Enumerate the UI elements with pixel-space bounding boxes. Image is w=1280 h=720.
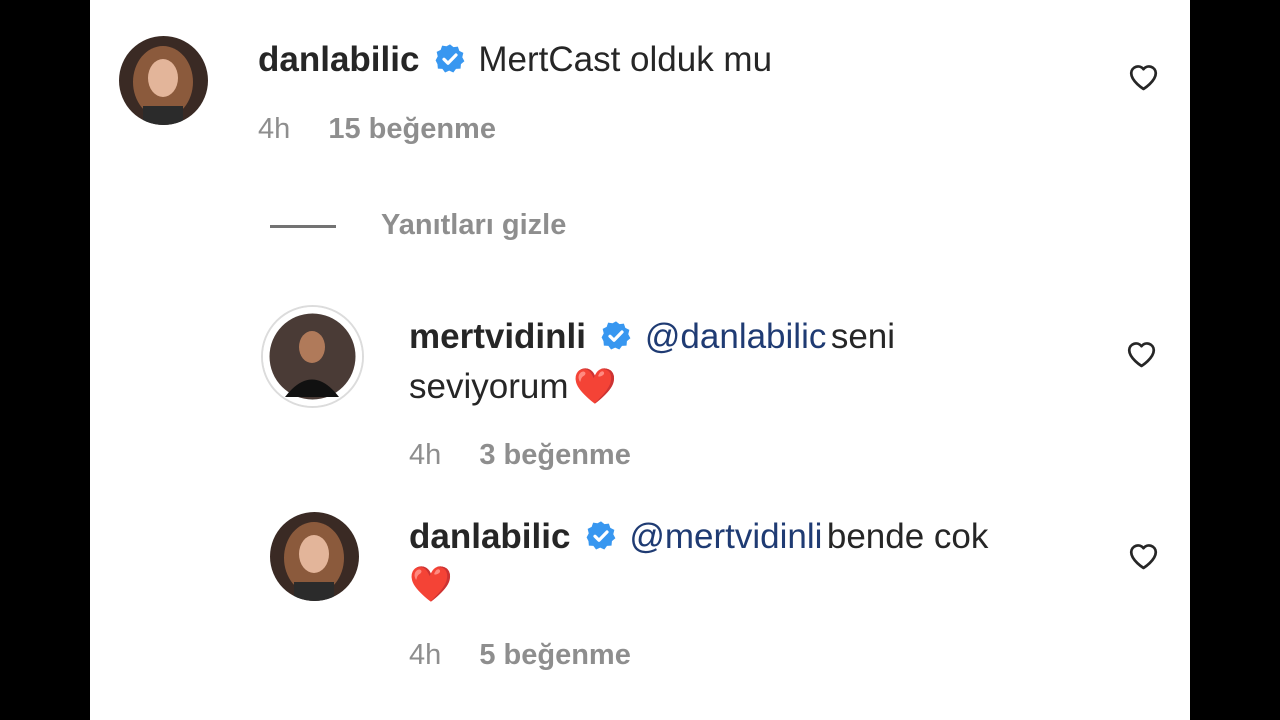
hide-replies-button[interactable]: Yanıtları gizle bbox=[381, 209, 566, 242]
like-count[interactable]: 15 beğenme bbox=[328, 113, 496, 145]
reply-2-body-line2: ❤️ bbox=[409, 564, 453, 605]
comment-text: MertCast olduk mu bbox=[478, 40, 773, 79]
like-count[interactable]: 5 beğenme bbox=[479, 639, 631, 671]
username[interactable]: danlabilic bbox=[258, 40, 419, 79]
reply-time: 4h bbox=[409, 439, 442, 471]
comments-panel bbox=[90, 0, 1190, 720]
reply-1-body: mertvidinli @danlabilic seni bbox=[409, 317, 895, 357]
red-heart-emoji: ❤️ bbox=[409, 565, 453, 604]
reply-1-body-line2: seviyorum ❤️ bbox=[409, 366, 617, 407]
comment-1-meta: 4h 15 beğenme bbox=[258, 113, 496, 146]
reply-text: seni bbox=[830, 317, 896, 356]
verified-badge-icon bbox=[434, 43, 466, 80]
mention-link[interactable]: @danlabilic bbox=[645, 317, 826, 356]
avatar-danlabilic[interactable] bbox=[119, 36, 208, 125]
reply-1-meta: 4h 3 beğenme bbox=[409, 439, 631, 472]
verified-badge-icon bbox=[600, 320, 632, 357]
heart-outline-icon[interactable] bbox=[1127, 540, 1160, 575]
comment-1-body: danlabilic MertCast olduk mu bbox=[258, 40, 772, 80]
heart-outline-icon[interactable] bbox=[1125, 338, 1158, 373]
red-heart-emoji: ❤️ bbox=[572, 367, 617, 406]
reply-text: seviyorum bbox=[409, 367, 569, 406]
like-count[interactable]: 3 beğenme bbox=[479, 439, 631, 471]
verified-badge-icon bbox=[585, 520, 617, 557]
username[interactable]: mertvidinli bbox=[409, 317, 586, 356]
reply-text: bende cok bbox=[826, 517, 989, 556]
reply-2-body: danlabilic @mertvidinli bende cok bbox=[409, 517, 988, 557]
comment-time: 4h bbox=[258, 113, 291, 145]
username[interactable]: danlabilic bbox=[409, 517, 570, 556]
heart-outline-icon[interactable] bbox=[1127, 61, 1160, 96]
mention-link[interactable]: @mertvidinli bbox=[629, 517, 822, 556]
reply-time: 4h bbox=[409, 639, 442, 671]
replies-divider bbox=[270, 225, 336, 228]
avatar-mertvidinli[interactable] bbox=[261, 305, 364, 408]
reply-2-meta: 4h 5 beğenme bbox=[409, 639, 631, 672]
avatar-danlabilic[interactable] bbox=[270, 512, 359, 601]
